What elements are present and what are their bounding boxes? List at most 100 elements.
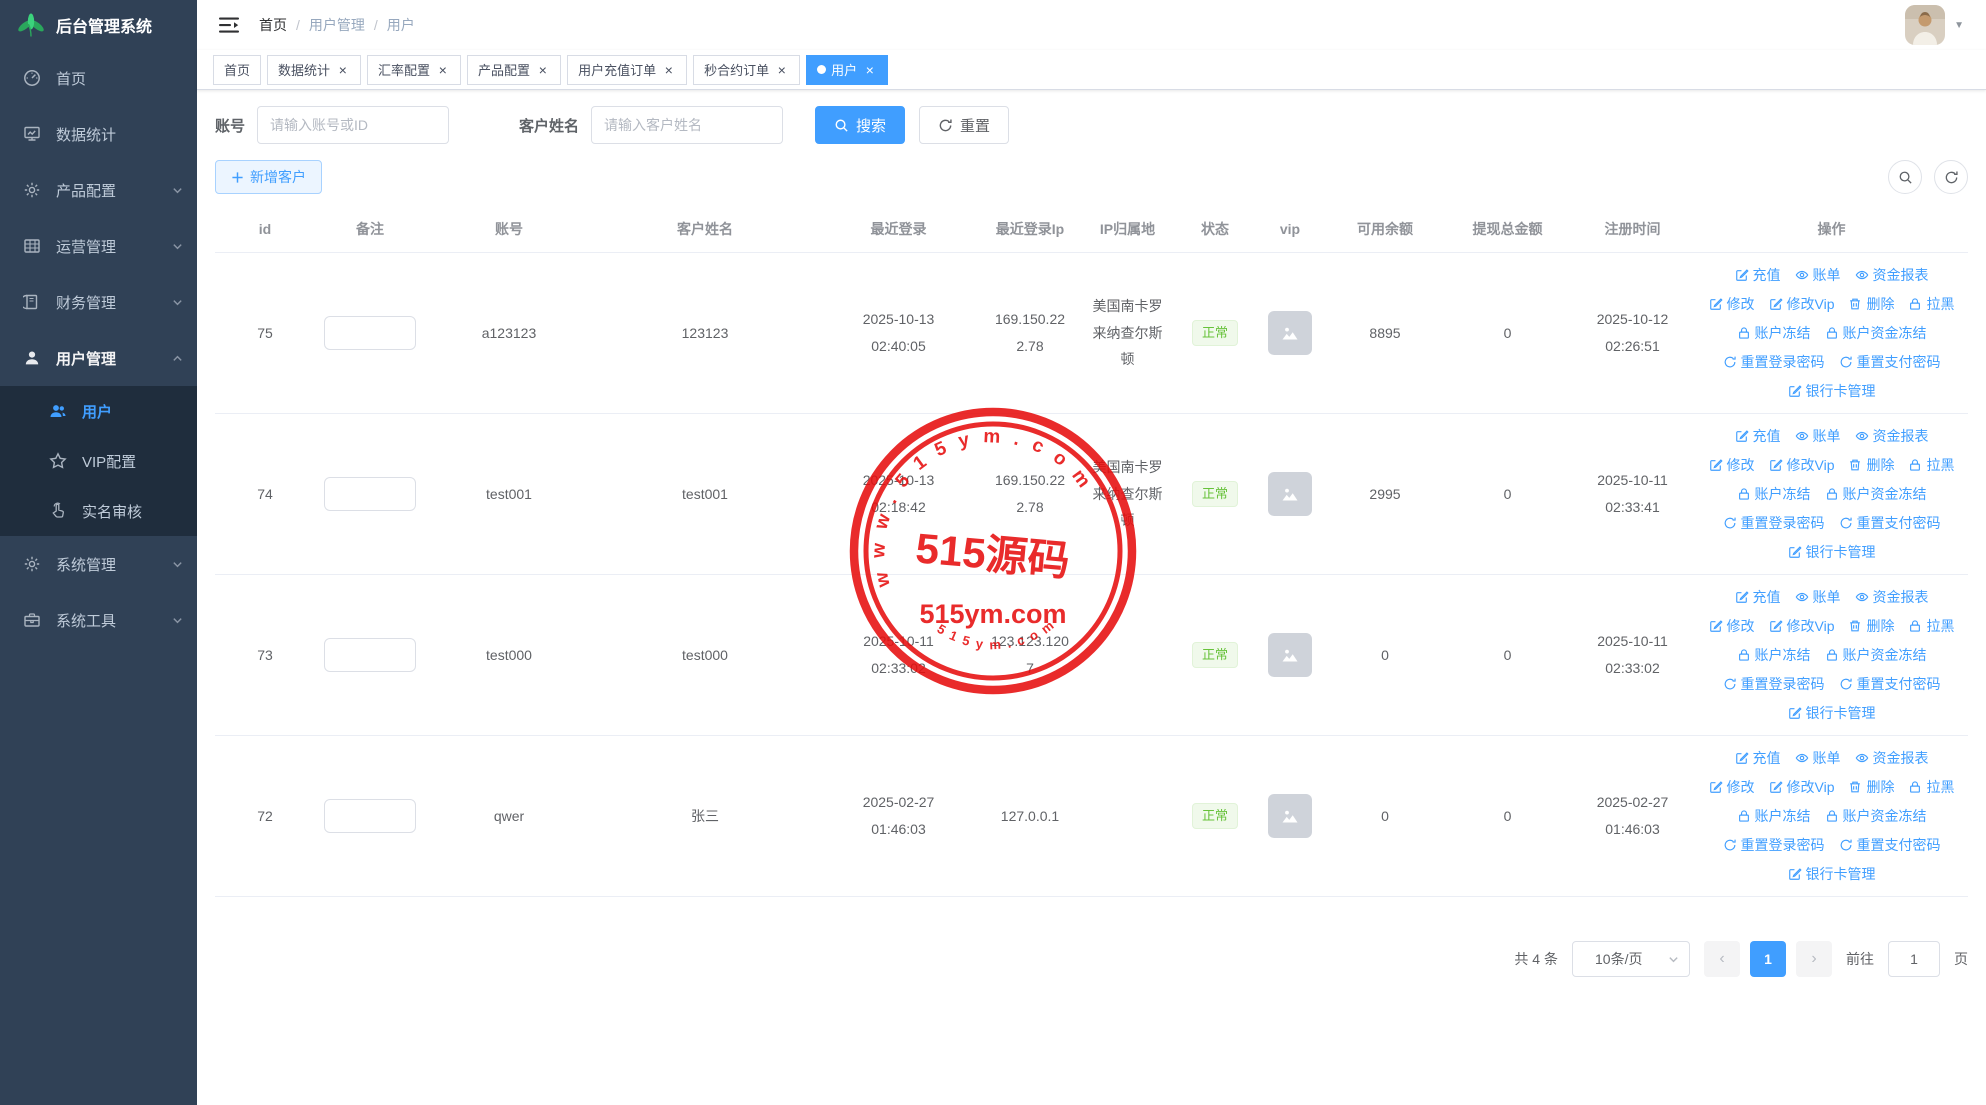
action-delete-link[interactable]: 删除 [1848, 777, 1894, 797]
action-freeze-funds-link[interactable]: 账户资金冻结 [1825, 806, 1927, 826]
action-recharge-link[interactable]: 充值 [1735, 426, 1781, 446]
action-recharge-link[interactable]: 充值 [1735, 265, 1781, 285]
action-delete-link[interactable]: 删除 [1848, 294, 1894, 314]
action-funds-report-link[interactable]: 资金报表 [1855, 587, 1929, 607]
action-reset-login-password-link[interactable]: 重置登录密码 [1723, 835, 1825, 855]
tab-秒合约订单[interactable]: 秒合约订单× [693, 55, 800, 85]
action-edit-vip-link[interactable]: 修改Vip [1769, 616, 1835, 636]
sidebar-item-user-management[interactable]: 用户管理 [0, 330, 197, 386]
action-bank-card-management-link[interactable]: 银行卡管理 [1788, 381, 1876, 401]
tab-首页[interactable]: 首页 [213, 55, 261, 85]
breadcrumb-user-management[interactable]: 用户管理 [309, 15, 365, 35]
action-funds-report-link[interactable]: 资金报表 [1855, 426, 1929, 446]
action-reset-login-password-link[interactable]: 重置登录密码 [1723, 674, 1825, 694]
action-recharge-link[interactable]: 充值 [1735, 748, 1781, 768]
tab-close-icon[interactable]: × [335, 62, 350, 77]
remark-input[interactable] [324, 799, 416, 833]
action-reset-pay-password-link[interactable]: 重置支付密码 [1839, 835, 1941, 855]
sidebar-item-system-tools[interactable]: 系统工具 [0, 592, 197, 648]
sidebar-item-product-config[interactable]: 产品配置 [0, 162, 197, 218]
action-edit-link[interactable]: 修改 [1709, 294, 1755, 314]
tab-汇率配置[interactable]: 汇率配置× [367, 55, 461, 85]
action-freeze-account-link[interactable]: 账户冻结 [1737, 484, 1811, 504]
action-bills-link[interactable]: 账单 [1795, 426, 1841, 446]
action-freeze-funds-link[interactable]: 账户资金冻结 [1825, 323, 1927, 343]
tab-close-icon[interactable]: × [774, 62, 789, 77]
sidebar-item-system-management[interactable]: 系统管理 [0, 536, 197, 592]
action-reset-login-password-link[interactable]: 重置登录密码 [1723, 513, 1825, 533]
refresh-icon [1839, 516, 1853, 530]
next-page-button[interactable]: › [1796, 941, 1832, 977]
action-funds-report-link[interactable]: 资金报表 [1855, 265, 1929, 285]
sidebar-item-finance-management[interactable]: 财务管理 [0, 274, 197, 330]
action-freeze-account-link[interactable]: 账户冻结 [1737, 323, 1811, 343]
action-reset-pay-password-link[interactable]: 重置支付密码 [1839, 513, 1941, 533]
tab-用户[interactable]: 用户× [806, 55, 888, 85]
action-reset-login-password-link[interactable]: 重置登录密码 [1723, 352, 1825, 372]
action-edit-vip-link[interactable]: 修改Vip [1769, 455, 1835, 475]
account-input[interactable] [257, 106, 449, 144]
action-bank-card-management-link[interactable]: 银行卡管理 [1788, 864, 1876, 884]
tab-产品配置[interactable]: 产品配置× [467, 55, 561, 85]
action-bank-card-management-link[interactable]: 银行卡管理 [1788, 542, 1876, 562]
remark-input[interactable] [324, 638, 416, 672]
action-edit-link[interactable]: 修改 [1709, 616, 1755, 636]
action-edit-vip-link[interactable]: 修改Vip [1769, 777, 1835, 797]
action-delete-link[interactable]: 删除 [1848, 455, 1894, 475]
sidebar-collapse-icon[interactable] [215, 12, 243, 38]
action-reset-pay-password-link[interactable]: 重置支付密码 [1839, 352, 1941, 372]
remark-input[interactable] [324, 316, 416, 350]
action-reset-pay-password-link[interactable]: 重置支付密码 [1839, 674, 1941, 694]
sidebar-item-real-name-audit[interactable]: 实名审核 [0, 486, 197, 536]
sidebar-item-vip-config[interactable]: VIP配置 [0, 436, 197, 486]
sidebar-item-users[interactable]: 用户 [0, 386, 197, 436]
action-blacklist-link[interactable]: 拉黑 [1908, 777, 1954, 797]
breadcrumb-home[interactable]: 首页 [259, 15, 287, 35]
action-blacklist-link[interactable]: 拉黑 [1908, 616, 1954, 636]
action-bills-link[interactable]: 账单 [1795, 748, 1841, 768]
action-bank-card-management-link[interactable]: 银行卡管理 [1788, 703, 1876, 723]
prev-page-button[interactable]: ‹ [1704, 941, 1740, 977]
action-freeze-funds-link[interactable]: 账户资金冻结 [1825, 484, 1927, 504]
action-bills-link[interactable]: 账单 [1795, 587, 1841, 607]
sidebar-item-operation-management[interactable]: 运营管理 [0, 218, 197, 274]
action-freeze-funds-link[interactable]: 账户资金冻结 [1825, 645, 1927, 665]
operations-group: 充值账单资金报表修改修改Vip 删除拉黑账户冻结账户资金冻结重置登录密码重置支付密… [1705, 587, 1958, 723]
tab-close-icon[interactable]: × [862, 62, 877, 77]
tab-数据统计[interactable]: 数据统计× [267, 55, 361, 85]
table-search-toggle-button[interactable] [1888, 160, 1922, 194]
add-customer-button[interactable]: 新增客户 [215, 160, 322, 194]
reset-button[interactable]: 重置 [919, 106, 1009, 144]
sidebar-item-statistics[interactable]: 数据统计 [0, 106, 197, 162]
action-bills-link[interactable]: 账单 [1795, 265, 1841, 285]
action-recharge-link[interactable]: 充值 [1735, 587, 1781, 607]
action-funds-report-link[interactable]: 资金报表 [1855, 748, 1929, 768]
vip-image-placeholder-icon [1268, 794, 1312, 838]
col-customer-name: 客户姓名 [593, 206, 817, 253]
tab-close-icon[interactable]: × [535, 62, 550, 77]
action-freeze-account-link[interactable]: 账户冻结 [1737, 806, 1811, 826]
tab-用户充值订单[interactable]: 用户充值订单× [567, 55, 687, 85]
action-edit-link[interactable]: 修改 [1709, 455, 1755, 475]
action-blacklist-link[interactable]: 拉黑 [1908, 455, 1954, 475]
action-freeze-account-link[interactable]: 账户冻结 [1737, 645, 1811, 665]
page-size-select[interactable]: 10条/页 [1572, 941, 1690, 977]
tab-close-icon[interactable]: × [435, 62, 450, 77]
remark-input[interactable] [324, 477, 416, 511]
action-blacklist-link[interactable]: 拉黑 [1908, 294, 1954, 314]
edit-icon [1735, 268, 1749, 282]
cell-operations: 充值账单资金报表修改修改Vip 删除拉黑账户冻结账户资金冻结重置登录密码重置支付密… [1695, 736, 1968, 897]
col-remark: 备注 [315, 206, 425, 253]
action-edit-vip-link[interactable]: 修改Vip [1769, 294, 1835, 314]
search-button[interactable]: 搜索 [815, 106, 905, 144]
tab-close-icon[interactable]: × [661, 62, 676, 77]
page-number-1[interactable]: 1 [1750, 941, 1786, 977]
goto-page-input[interactable] [1888, 941, 1940, 977]
action-delete-link[interactable]: 删除 [1848, 616, 1894, 636]
avatar-dropdown-caret-icon[interactable]: ▼ [1954, 20, 1964, 31]
table-refresh-button[interactable] [1934, 160, 1968, 194]
sidebar-item-home[interactable]: 首页 [0, 50, 197, 106]
avatar[interactable] [1905, 5, 1945, 45]
customer-name-input[interactable] [591, 106, 783, 144]
action-edit-link[interactable]: 修改 [1709, 777, 1755, 797]
